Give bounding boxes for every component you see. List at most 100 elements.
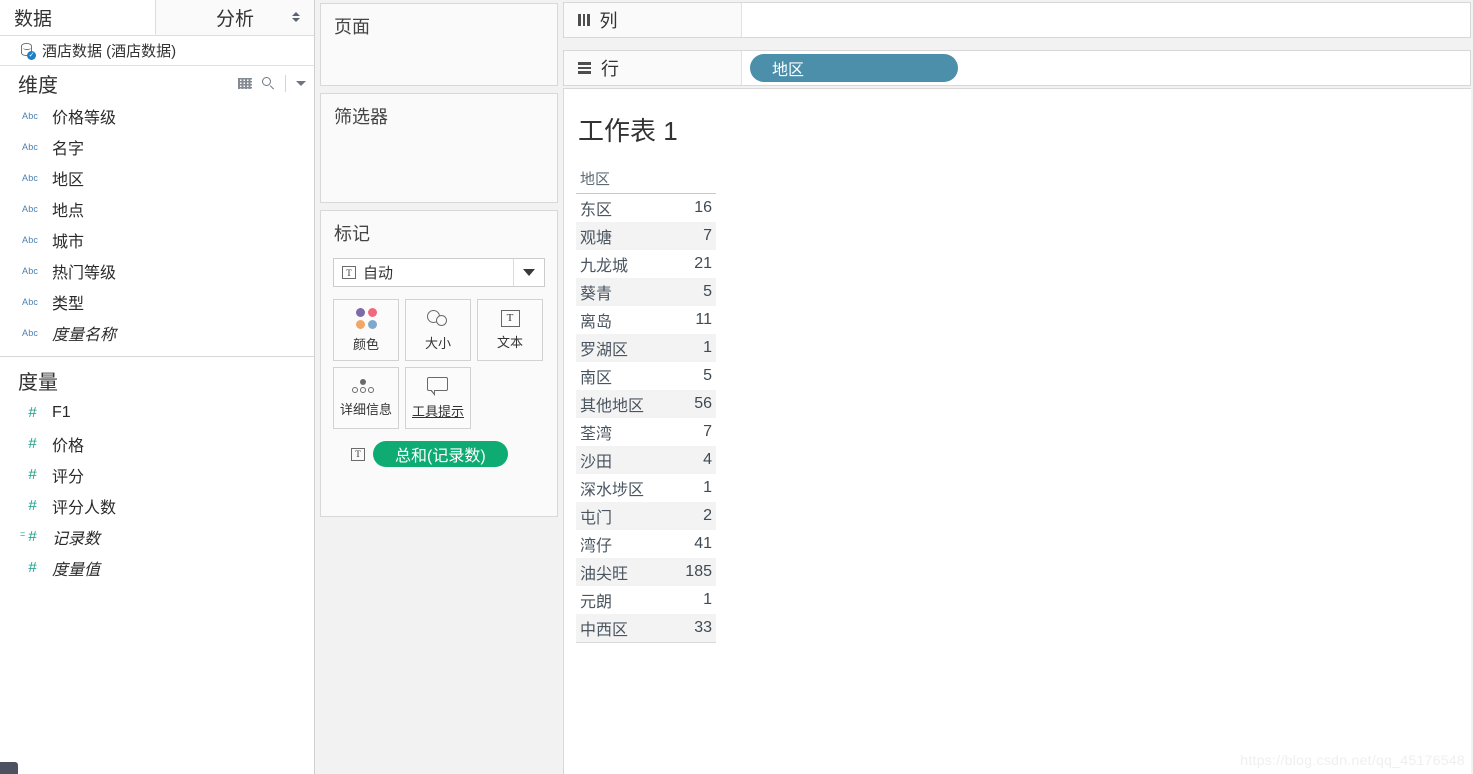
measure-field-6[interactable]: # 度量值	[0, 552, 314, 583]
dimension-field-4[interactable]: Abc 地点	[0, 193, 314, 224]
marks-text-button[interactable]: T 文本	[477, 299, 543, 361]
dimension-field-8[interactable]: Abc 度量名称	[0, 317, 314, 348]
abc-type-icon: Abc	[22, 265, 39, 276]
table-row[interactable]: 观塘 7	[576, 222, 716, 250]
filters-card[interactable]: 筛选器	[320, 93, 558, 203]
marks-pill-sum-records[interactable]: 总和(记录数)	[373, 441, 508, 467]
abc-type-icon: Abc	[22, 141, 39, 152]
table-row[interactable]: 中西区 33	[576, 614, 716, 643]
table-row[interactable]: 南区 5	[576, 362, 716, 390]
table-cell-region: 元朗	[580, 594, 613, 611]
table-row[interactable]: 油尖旺 185	[576, 558, 716, 586]
dimensions-tools	[238, 74, 306, 92]
pane-corner-handle[interactable]	[0, 762, 18, 774]
table-cell-region: 观塘	[576, 222, 671, 250]
measure-field-label: 度量值	[52, 561, 101, 579]
grid-view-icon[interactable]	[238, 77, 252, 89]
dimension-field-5[interactable]: Abc 城市	[0, 224, 314, 255]
dimension-field-6[interactable]: Abc 热门等级	[0, 255, 314, 286]
table-cell-value: 16	[694, 199, 712, 216]
abc-type-icon: Abc	[22, 327, 39, 338]
table-row[interactable]: 九龙城 21	[576, 250, 716, 278]
tab-data[interactable]: 数据	[0, 0, 155, 35]
table-cell-region: 其他地区	[576, 390, 671, 418]
table-row[interactable]: 屯门 2	[576, 502, 716, 530]
pages-card[interactable]: 页面	[320, 3, 558, 86]
mark-type-select[interactable]: T 自动	[333, 258, 545, 287]
table-row[interactable]: 荃湾 7	[576, 418, 716, 446]
dimension-field-7[interactable]: Abc 类型	[0, 286, 314, 317]
measure-field-4[interactable]: # 评分人数	[0, 490, 314, 521]
table-cell-value: 7	[670, 222, 716, 250]
tooltip-bubble-icon	[427, 376, 449, 396]
tab-data-label: 数据	[14, 9, 53, 30]
table-header-dimension[interactable]: 地区	[576, 166, 671, 194]
table-row[interactable]: 沙田 4	[576, 446, 716, 474]
watermark-text: https://blog.csdn.net/qq_45176548	[1240, 752, 1465, 768]
rows-shelf-dropzone[interactable]: 地区	[742, 51, 1470, 85]
measure-field-3[interactable]: # 评分	[0, 459, 314, 490]
table-cell-value: 21	[694, 255, 712, 272]
rows-shelf-pill-1[interactable]: 地区	[750, 54, 958, 82]
marks-tooltip-label: 工具提示	[411, 403, 464, 419]
spinner-updown-icon[interactable]	[292, 12, 300, 22]
table-row[interactable]: 湾仔 41	[576, 530, 716, 558]
table-cell-value: 7	[703, 423, 712, 440]
text-mark-icon: T	[351, 447, 365, 461]
chevron-down-icon[interactable]	[296, 80, 306, 86]
datasource-item[interactable]: ✓ 酒店数据 (酒店数据)	[0, 36, 314, 66]
columns-shelf-label: 列	[564, 3, 742, 37]
table-cell-region: 东区	[580, 202, 613, 219]
table-row[interactable]: 离岛 11	[576, 306, 716, 334]
table-cell-region: 沙田	[576, 446, 671, 474]
measure-field-label: 价格	[52, 437, 85, 455]
columns-shelf-dropzone[interactable]	[742, 3, 1470, 37]
table-row[interactable]: 东区 16	[576, 194, 716, 223]
measure-field-5[interactable]: # 记录数	[0, 521, 314, 552]
marks-color-button[interactable]: 颜色	[333, 299, 399, 361]
table-cell-value: 1	[703, 479, 712, 496]
cards-column: 页面 筛选器 标记 T 自动 颜色 大小 T 文本 详细信息 工具提示 T 总和…	[315, 0, 563, 774]
marks-pill-row: T 总和(记录数)	[351, 441, 557, 467]
table-row[interactable]: 葵青 5	[576, 278, 716, 306]
mark-type-dropdown-button[interactable]	[513, 259, 544, 286]
worksheet-title: 工作表 1	[578, 116, 678, 146]
columns-shelf-text: 列	[599, 11, 618, 31]
marks-size-label: 大小	[424, 335, 451, 351]
table-header-measure	[670, 166, 716, 194]
marks-size-button[interactable]: 大小	[405, 299, 471, 361]
table-cell-region: 南区	[580, 370, 613, 387]
table-cell-value: 11	[695, 311, 712, 328]
measures-title: 度量	[18, 371, 58, 394]
marks-detail-button[interactable]: 详细信息	[333, 367, 399, 429]
measure-field-list: # F1 # 价格 # 评分 # 评分人数 # 记录数 # 度量值	[0, 397, 314, 583]
abc-type-icon: Abc	[22, 203, 39, 214]
worksheet-canvas[interactable]: 工作表 1 地区 东区 16 观塘 7 九龙城 21 葵青 5 离岛 11 罗湖区 1 南区 5 其他地区 5…	[563, 88, 1473, 774]
rows-icon	[578, 62, 591, 74]
text-mark-icon: T	[342, 266, 356, 279]
abc-type-icon: Abc	[22, 110, 39, 121]
dimension-field-2[interactable]: Abc 名字	[0, 131, 314, 162]
measure-field-label: F1	[52, 403, 71, 421]
table-row[interactable]: 罗湖区 1	[576, 334, 716, 362]
pages-card-title: 页面	[334, 17, 370, 37]
table-row[interactable]: 其他地区 56	[576, 390, 716, 418]
measure-field-1[interactable]: # F1	[0, 397, 314, 428]
table-row[interactable]: 元朗 1	[576, 586, 716, 614]
measure-field-2[interactable]: # 价格	[0, 428, 314, 459]
dimensions-header: 维度	[0, 66, 314, 100]
dimension-field-1[interactable]: Abc 价格等级	[0, 100, 314, 131]
table-cell-region: 荃湾	[580, 426, 613, 443]
marks-tooltip-button[interactable]: 工具提示	[405, 367, 471, 429]
color-palette-icon	[355, 307, 377, 329]
dimension-field-3[interactable]: Abc 地区	[0, 162, 314, 193]
mark-type-value-wrap: T 自动	[334, 259, 513, 286]
measures-header: 度量	[0, 363, 314, 397]
search-icon[interactable]	[262, 76, 275, 90]
number-type-icon: #	[28, 559, 37, 576]
tab-analysis[interactable]: 分析	[155, 0, 314, 35]
rows-shelf-label: 行	[564, 51, 742, 85]
table-cell-value: 4	[670, 446, 716, 474]
table-row[interactable]: 深水埗区 1	[576, 474, 716, 502]
marks-color-label: 颜色	[352, 336, 379, 352]
